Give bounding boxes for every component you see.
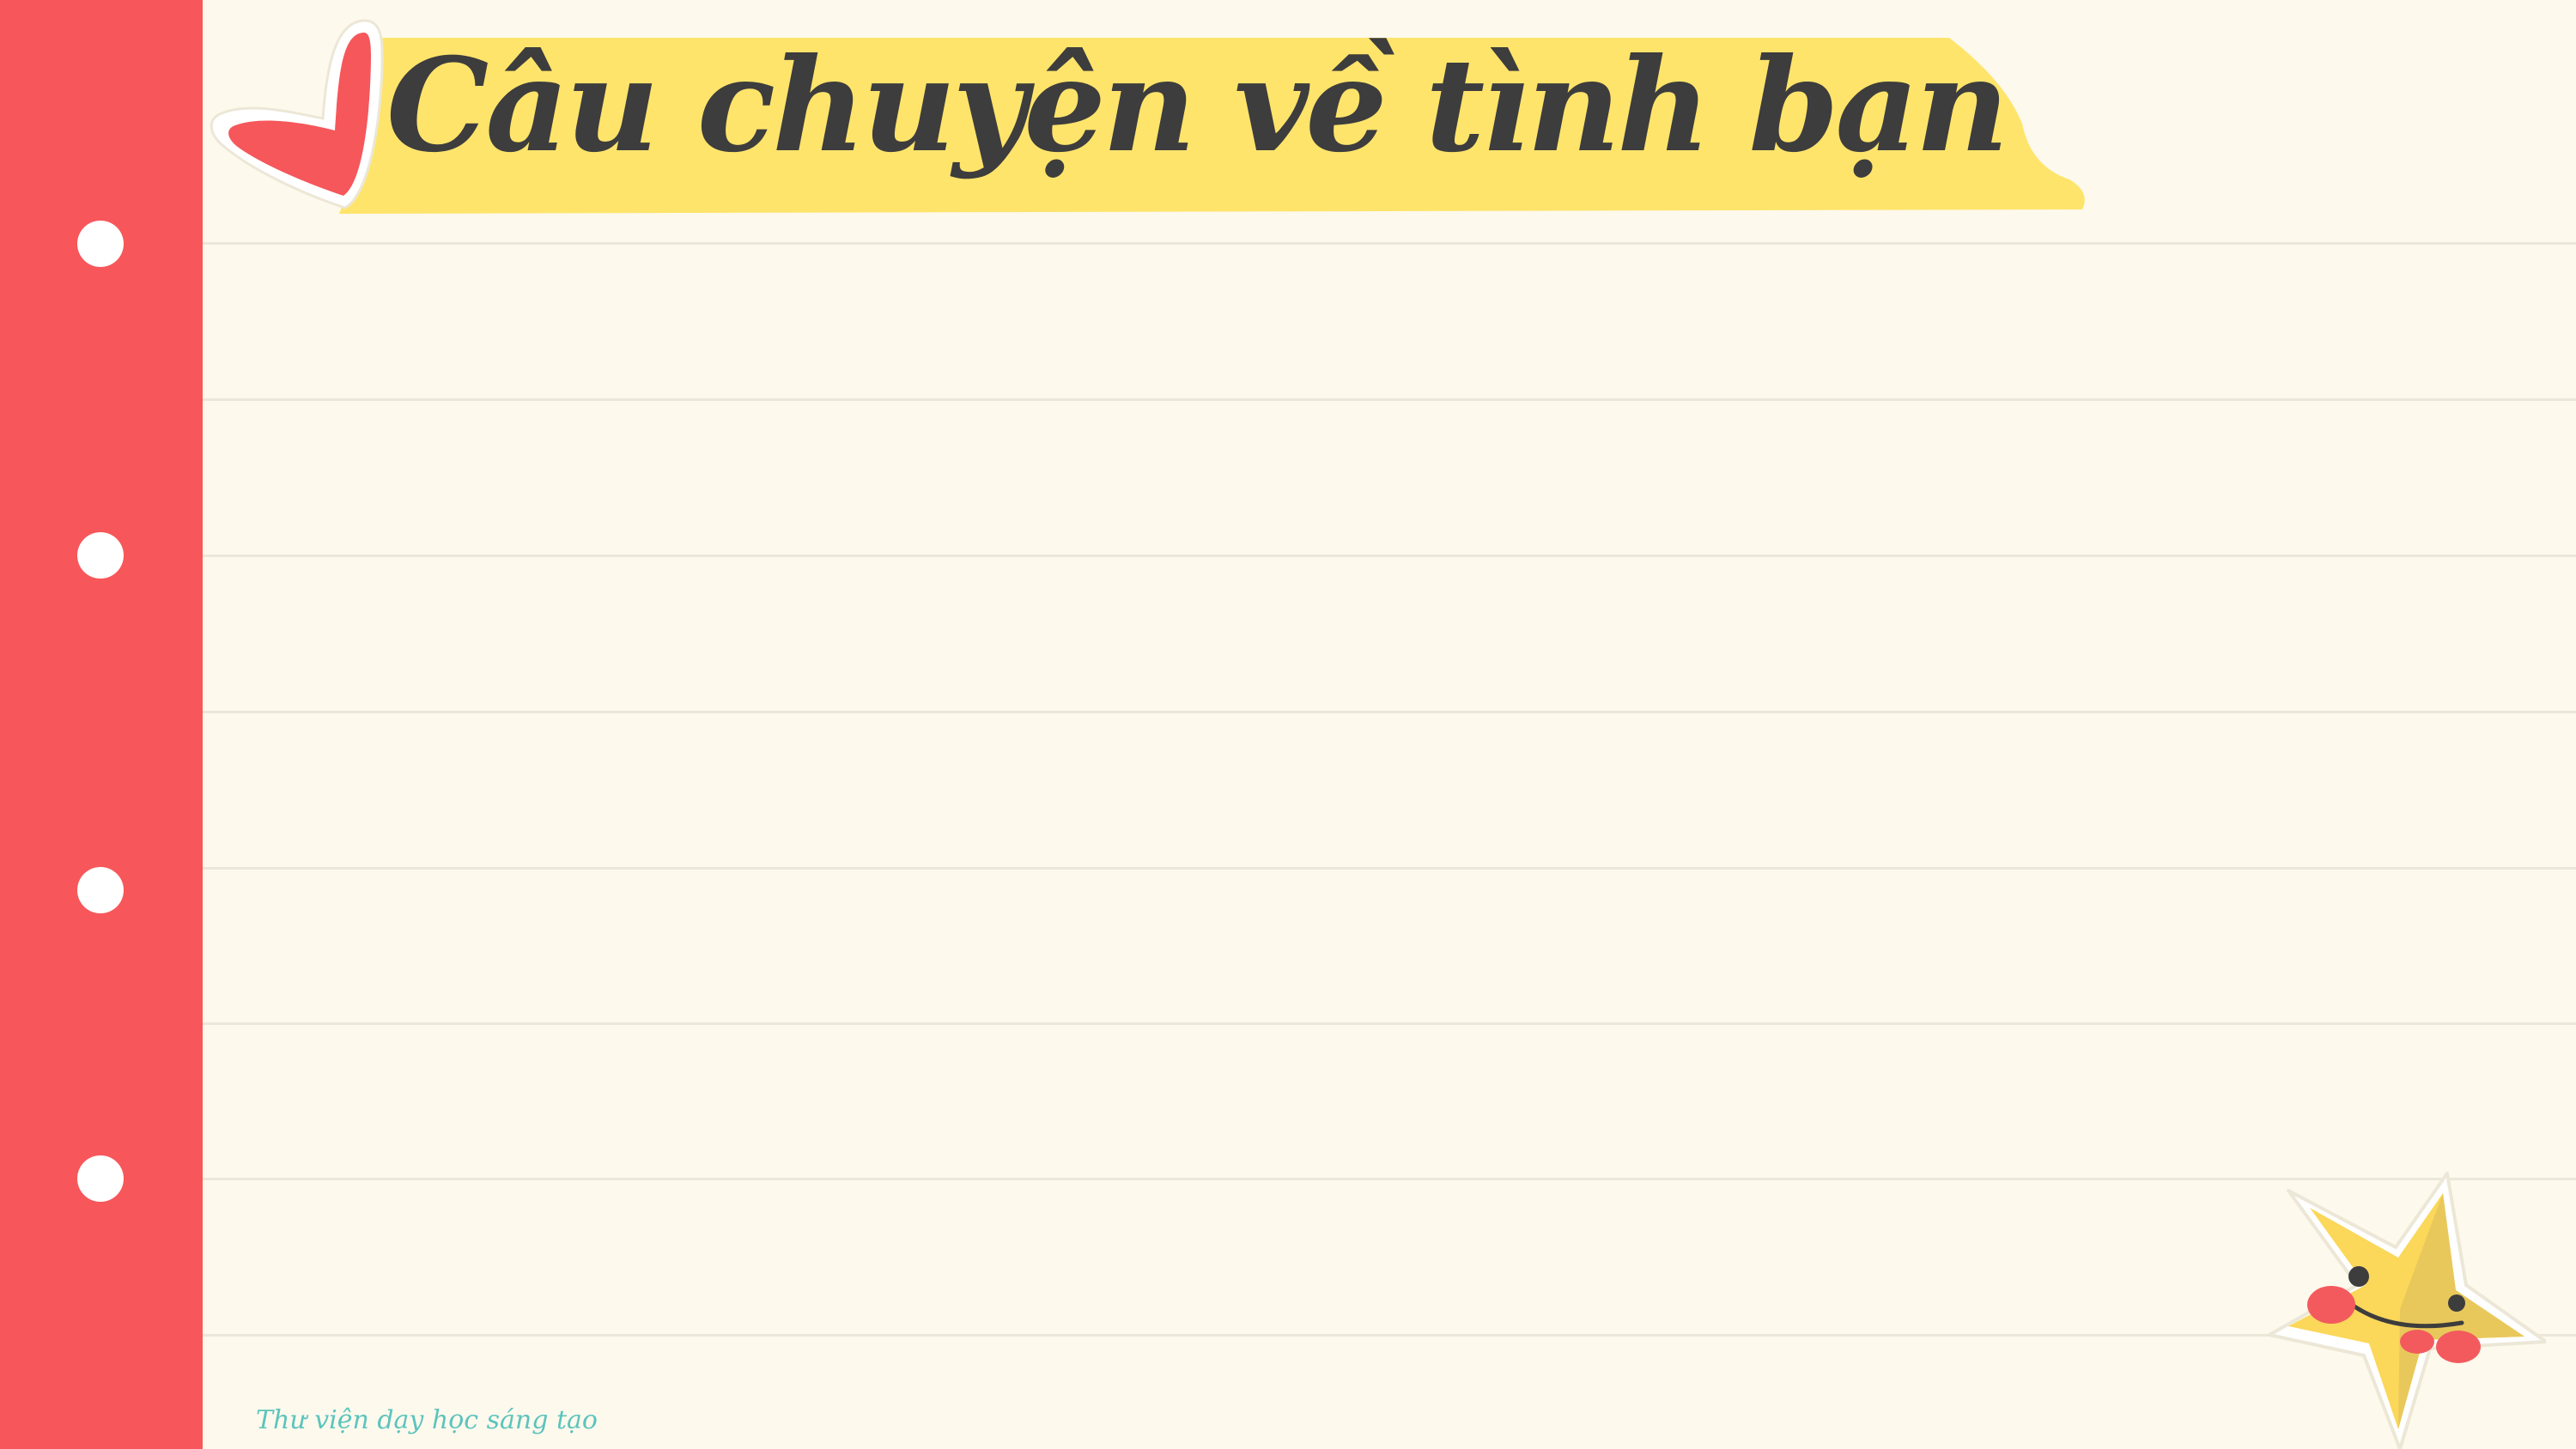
punch-hole [77, 532, 124, 579]
ruled-line [203, 242, 2576, 245]
ruled-lines [203, 0, 2576, 1449]
ruled-line [203, 555, 2576, 557]
ruled-line [203, 1334, 2576, 1337]
page-title: Câu chuyện về tình bạn [386, 30, 2009, 181]
punch-hole [77, 1155, 124, 1202]
notebook-page: Câu chuyện về tình bạn Thư viện dạy học … [0, 0, 2576, 1449]
ruled-line [203, 1178, 2576, 1180]
ruled-line [203, 398, 2576, 401]
ruled-line [203, 711, 2576, 713]
punch-hole [77, 867, 124, 913]
heart-icon [210, 19, 384, 209]
star-mascot-icon [2268, 1172, 2546, 1449]
ruled-line [203, 867, 2576, 870]
margin-strip [0, 0, 203, 1449]
punch-hole [77, 221, 124, 267]
ruled-line [203, 1022, 2576, 1025]
footer-credit: Thư viện dạy học sáng tạo [256, 1405, 598, 1435]
